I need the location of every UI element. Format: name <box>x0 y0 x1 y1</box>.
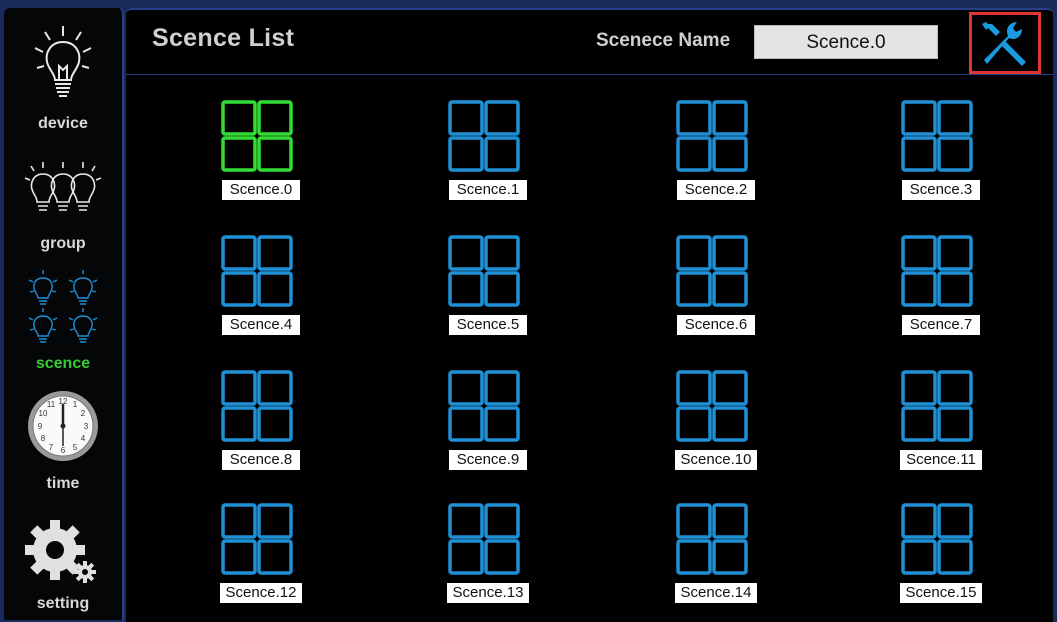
scene-label: Scence.1 <box>449 180 527 200</box>
svg-text:6: 6 <box>61 446 66 455</box>
sidebar-item-label: setting <box>36 595 90 612</box>
svg-text:8: 8 <box>41 434 46 443</box>
settings-tool-button[interactable] <box>969 12 1041 74</box>
scene-grid-icon <box>221 503 293 575</box>
scene-label: Scence.12 <box>220 583 302 603</box>
scene-grid-icon <box>676 370 748 442</box>
scene-label: Scence.5 <box>449 315 527 335</box>
scene-grid-icon <box>221 100 293 172</box>
scene-grid-icon <box>448 370 520 442</box>
scene-name-label: Scenece Name <box>596 30 731 51</box>
svg-text:9: 9 <box>38 422 43 431</box>
scene-grid-icon <box>901 100 973 172</box>
scene-label: Scence.14 <box>675 583 757 603</box>
scene-item[interactable]: Scence.14 <box>657 503 767 621</box>
bulbs-group-icon <box>24 162 102 211</box>
scene-label: Scence.13 <box>447 583 529 603</box>
svg-text:7: 7 <box>49 443 54 452</box>
scene-label: Scence.4 <box>222 315 300 335</box>
sidebar: device group scence 12 1 2 3 4 5 6 7 8 9… <box>4 8 124 620</box>
scene-grid-icon <box>448 100 520 172</box>
clock-icon: 12 12 345 678 91011 <box>28 391 98 461</box>
scene-label: Scence.3 <box>902 180 980 200</box>
scene-grid-icon <box>676 235 748 307</box>
scene-grid-icon <box>676 100 748 172</box>
scene-name-field[interactable]: Scence.0 <box>754 25 938 59</box>
sidebar-item-group[interactable] <box>4 158 122 218</box>
scene-item[interactable]: Scence.15 <box>882 503 992 621</box>
scene-label: Scence.8 <box>222 450 300 470</box>
scene-item[interactable]: Scence.9 <box>429 370 539 488</box>
scene-item[interactable]: Scence.6 <box>657 235 767 353</box>
sidebar-item-setting[interactable] <box>4 518 122 590</box>
gear-icon <box>25 520 96 583</box>
scene-item[interactable]: Scence.13 <box>429 503 539 621</box>
page-title: Scence List <box>152 24 295 52</box>
scene-item[interactable]: Scence.12 <box>202 503 312 621</box>
svg-text:4: 4 <box>81 434 86 443</box>
scene-grid-icon <box>448 235 520 307</box>
main-panel: Scence List Scenece Name Scence.0 Scence… <box>126 8 1053 622</box>
svg-text:11: 11 <box>47 400 56 409</box>
header: Scence List Scenece Name Scence.0 <box>126 10 1053 75</box>
scene-grid-icon <box>448 503 520 575</box>
svg-text:10: 10 <box>39 409 48 418</box>
wrench-screwdriver-icon <box>982 22 1026 66</box>
scene-label: Scence.0 <box>222 180 300 200</box>
scene-grid-icon <box>221 370 293 442</box>
svg-text:5: 5 <box>73 443 78 452</box>
scene-bulbs-icon <box>28 270 98 343</box>
scene-item[interactable]: Scence.8 <box>202 370 312 488</box>
scene-label: Scence.2 <box>677 180 755 200</box>
svg-text:3: 3 <box>84 422 89 431</box>
scene-item[interactable]: Scence.7 <box>882 235 992 353</box>
scene-item[interactable]: Scence.11 <box>882 370 992 488</box>
scene-label: Scence.7 <box>902 315 980 335</box>
scene-grid-icon <box>676 503 748 575</box>
scene-label: Scence.11 <box>900 450 982 470</box>
scene-item[interactable]: Scence.5 <box>429 235 539 353</box>
sidebar-item-time[interactable]: 12 1 2 345 678 9 10 11 <box>4 388 122 464</box>
bulb-icon <box>34 26 92 97</box>
sidebar-item-device[interactable] <box>4 22 122 106</box>
sidebar-item-scence[interactable] <box>4 270 122 350</box>
scene-grid-icon <box>901 370 973 442</box>
scene-grid-icon <box>901 503 973 575</box>
scene-item[interactable]: Scence.10 <box>657 370 767 488</box>
scene-label: Scence.10 <box>675 450 757 470</box>
svg-text:2: 2 <box>81 409 86 418</box>
scene-item[interactable]: Scence.3 <box>882 100 992 218</box>
scene-item[interactable]: Scence.4 <box>202 235 312 353</box>
scene-grid-icon <box>221 235 293 307</box>
sidebar-item-label: group <box>40 235 86 252</box>
scene-item[interactable]: Scence.0 <box>202 100 312 218</box>
sidebar-item-label: scence <box>35 355 91 372</box>
svg-text:1: 1 <box>73 400 78 409</box>
scene-label: Scence.9 <box>449 450 527 470</box>
scene-item[interactable]: Scence.1 <box>429 100 539 218</box>
scene-label: Scence.6 <box>677 315 755 335</box>
scene-item[interactable]: Scence.2 <box>657 100 767 218</box>
sidebar-item-label: time <box>46 475 80 492</box>
scene-grid-icon <box>901 235 973 307</box>
sidebar-item-label: device <box>38 115 88 132</box>
scene-label: Scence.15 <box>900 583 982 603</box>
